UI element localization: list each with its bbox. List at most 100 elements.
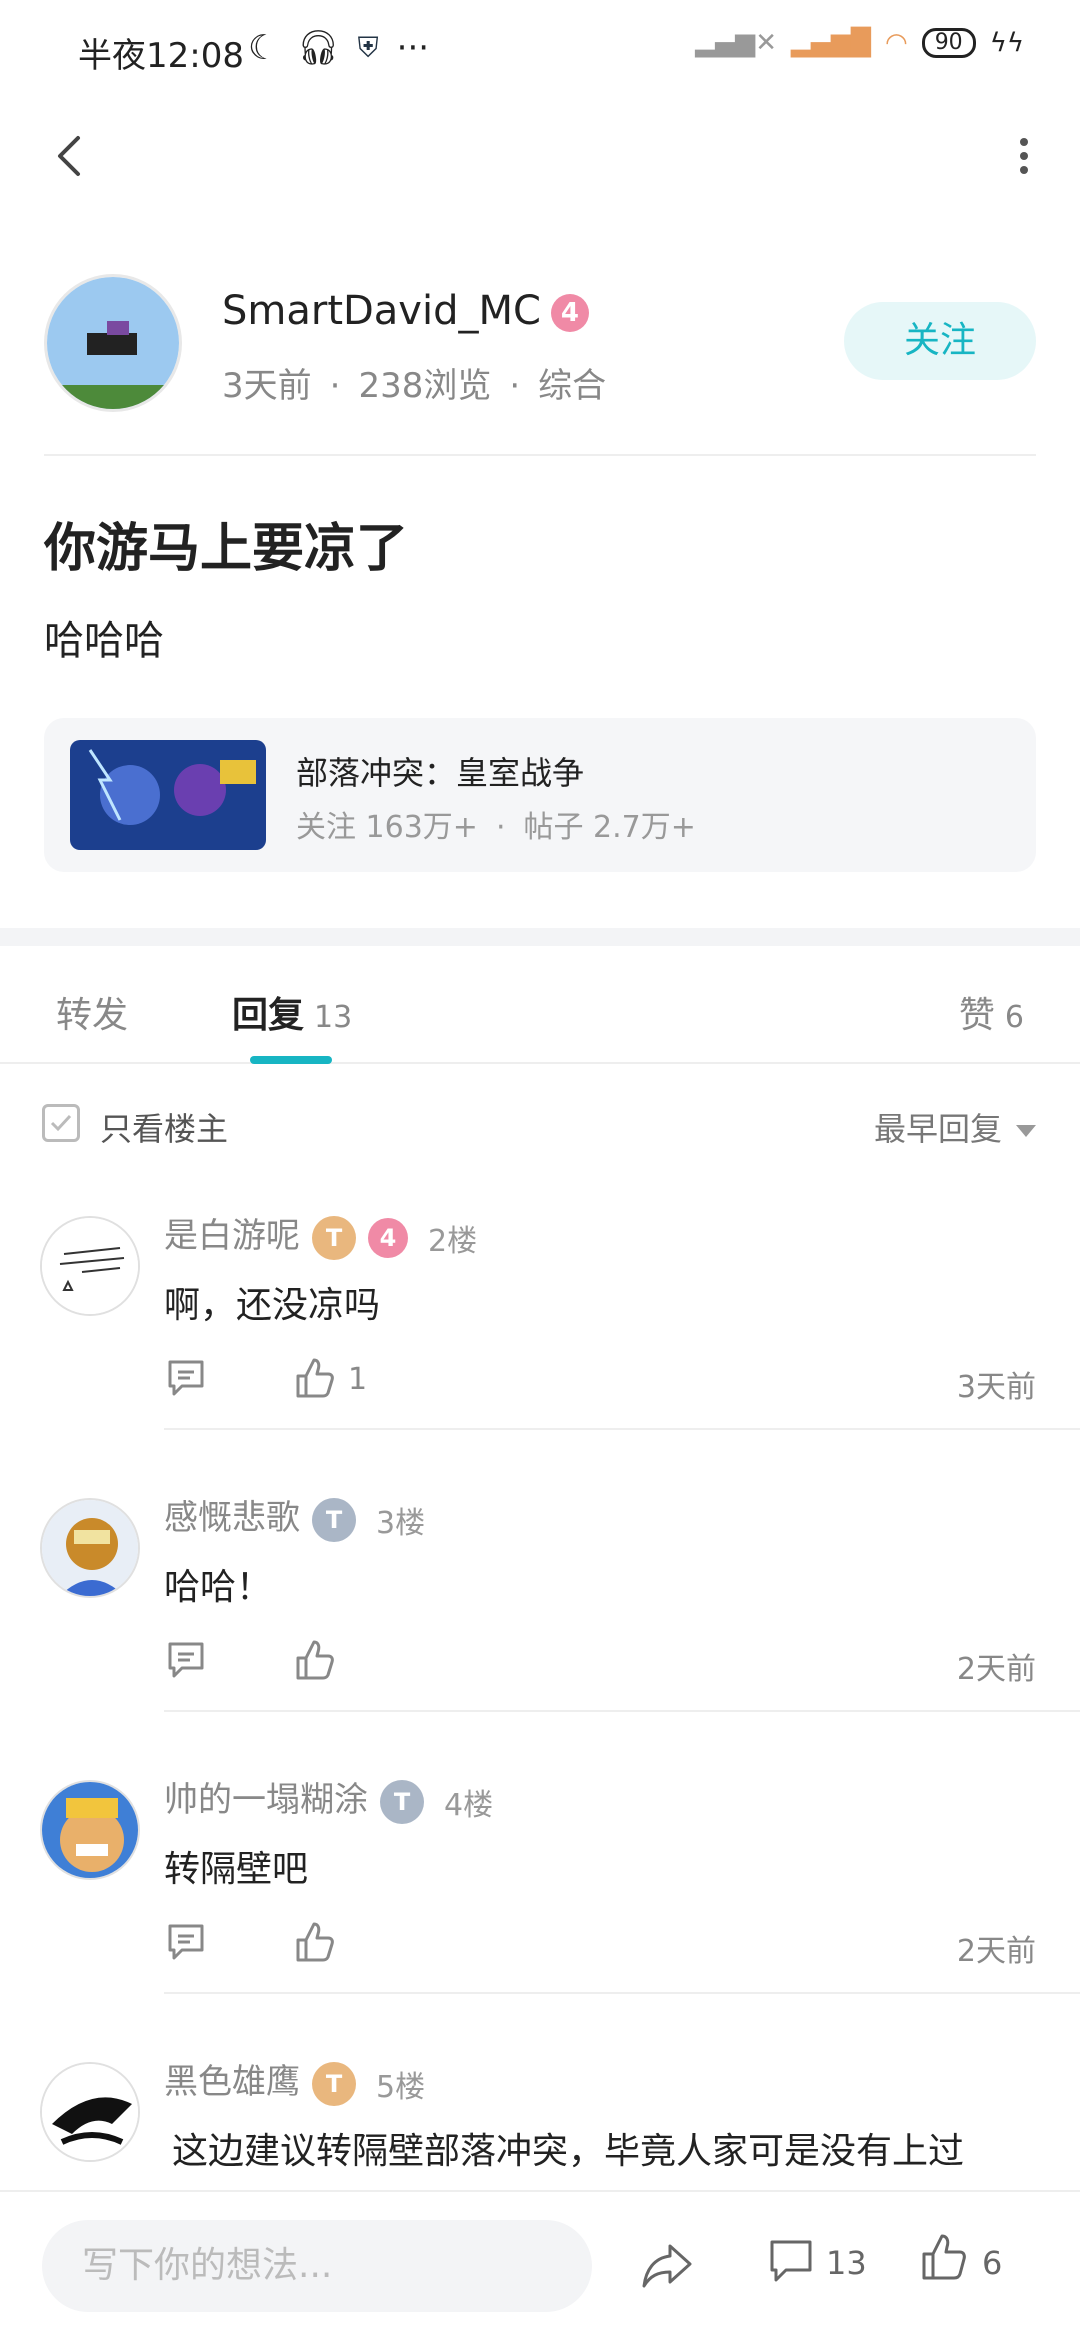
like-count: 1 (348, 1362, 368, 1397)
title-badge: T (380, 1779, 424, 1824)
author-meta: 3天前 · 238浏览 · 综合 (222, 366, 607, 406)
thumbs-up-icon[interactable] (292, 1638, 336, 1682)
tab-like-label: 赞 (958, 995, 995, 1036)
level-badge: 4 (368, 1217, 408, 1258)
author-name-text: SmartDavid_MC (222, 288, 541, 334)
tab-reply[interactable]: 回复 13 (232, 986, 352, 1038)
author-section: SmartDavid_MC 4 3天前 · 238浏览 · 综合 关注 (0, 270, 1080, 420)
forum-name: 部落冲突：皇室战争 (296, 754, 585, 792)
view-count: 238浏览 (358, 366, 492, 406)
comment-input[interactable]: 写下你的想法... (42, 2220, 592, 2312)
charging-icon: ϟϟ (989, 28, 1024, 58)
forum-meta: 关注 163万+ · 帖子 2.7万+ (296, 810, 696, 845)
comment-text: 啊，还没凉吗 (164, 1285, 381, 1326)
level-badge: 4 (550, 294, 589, 332)
status-icons-right: ▂▄▆✕ ▂▄▆█ ◠ 90 ϟϟ (695, 28, 1024, 58)
signal-off-icon: ▂▄▆✕ (695, 28, 778, 58)
reply-icon[interactable] (164, 1638, 208, 1682)
headphones-icon: 🎧︎ (296, 28, 340, 68)
like-count: 6 (982, 2244, 1003, 2282)
forum-posts: 帖子 2.7万+ (523, 810, 696, 845)
forum-card[interactable]: 部落冲突：皇室战争 关注 163万+ · 帖子 2.7万+ (44, 718, 1036, 872)
sort-dropdown[interactable]: 最早回复 (874, 1104, 1036, 1150)
comment-actions: 2天前 (164, 1638, 1036, 1688)
moon-icon: ☾ (248, 28, 279, 68)
more-notifications-icon: ··· (396, 28, 430, 68)
divider (44, 454, 1036, 456)
tab-bar: 转发 回复 13 赞6 (0, 946, 1080, 1064)
title-badge: T (312, 1497, 356, 1542)
tab-forward[interactable]: 转发 (56, 986, 128, 1038)
comment-avatar[interactable] (40, 2062, 140, 2162)
share-icon[interactable] (640, 2236, 696, 2292)
post-title: 你游马上要凉了 (44, 519, 409, 579)
status-time: 半夜12:08 (78, 36, 244, 76)
more-options-icon[interactable] (980, 126, 1040, 186)
comment-time: 3天前 (956, 1370, 1036, 1405)
comment-user[interactable]: 黑色雄鹰 T 5楼 (164, 2054, 425, 2106)
comment-text: 转隔壁吧 (164, 1849, 309, 1890)
comment-username: 是白游呢 (164, 1216, 300, 1256)
divider (164, 1710, 1080, 1712)
comment-username: 感慨悲歌 (164, 1498, 300, 1538)
tab-like[interactable]: 赞6 (959, 986, 1024, 1038)
comment-time: 2天前 (956, 1934, 1036, 1969)
divider (164, 1428, 1080, 1430)
top-nav (0, 110, 1080, 200)
comment-text: 哈哈！ (164, 1567, 273, 1608)
thumbs-up-icon[interactable] (918, 2232, 970, 2284)
section-divider (0, 928, 1080, 946)
comment-user[interactable]: 感慨悲歌 T 3楼 (164, 1490, 425, 1542)
reply-icon[interactable] (164, 1356, 208, 1400)
thumbs-up-icon[interactable] (292, 1356, 336, 1400)
floor-number: 5楼 (376, 2069, 426, 2105)
tab-reply-count: 13 (314, 1000, 353, 1035)
title-badge: T (312, 1215, 356, 1260)
floor-number: 2楼 (428, 1223, 478, 1259)
comment-icon[interactable] (766, 2236, 816, 2286)
comment-text: 这边建议转隔壁部落冲突，毕竟人家可是没有上过 (172, 2131, 965, 2172)
follow-button[interactable]: 关注 (844, 302, 1036, 380)
battery-icon: 90 (921, 28, 976, 58)
author-avatar[interactable] (44, 274, 182, 412)
forum-followers: 关注 163万+ (296, 810, 478, 845)
sort-label: 最早回复 (873, 1110, 1002, 1148)
tab-indicator (250, 1056, 332, 1064)
forum-thumbnail (70, 740, 266, 850)
floor-number: 3楼 (376, 1505, 426, 1541)
signal-icon: ▂▄▆█ (791, 28, 871, 58)
tab-like-count: 6 (1004, 1000, 1024, 1035)
avatar-image (47, 277, 179, 409)
comment-avatar[interactable] (40, 1498, 140, 1598)
bottom-bar: 写下你的想法... 13 6 (0, 2190, 1080, 2340)
comment-avatar[interactable] (40, 1780, 140, 1880)
status-bar: 半夜12:08 ☾ 🎧︎ ⛨ ··· ▂▄▆✕ ▂▄▆█ ◠ 90 ϟϟ (0, 0, 1080, 96)
author-name[interactable]: SmartDavid_MC 4 (222, 288, 589, 334)
comment-username: 帅的一塌糊涂 (164, 1780, 368, 1820)
comment-user[interactable]: 是白游呢 T 4 2楼 (164, 1208, 477, 1260)
chevron-down-icon (1016, 1125, 1036, 1137)
only-op-checkbox[interactable] (42, 1104, 80, 1142)
comment-avatar[interactable] (40, 1216, 140, 1316)
title-badge: T (312, 2061, 356, 2106)
wifi-icon: ◠ (885, 28, 908, 58)
reply-filter: 只看楼主 最早回复 (0, 1096, 1080, 1156)
back-arrow-icon[interactable] (40, 126, 100, 186)
floor-number: 4楼 (444, 1787, 494, 1823)
thumbs-up-icon[interactable] (292, 1920, 336, 1964)
shield-app-icon: ⛨ (357, 31, 379, 64)
comment-actions: 2天前 (164, 1920, 1036, 1970)
only-op-label[interactable]: 只看楼主 (100, 1104, 228, 1150)
post-time: 3天前 (222, 366, 312, 406)
comment-username: 黑色雄鹰 (164, 2062, 300, 2102)
comment-actions: 1 3天前 (164, 1356, 1036, 1406)
tab-reply-label: 回复 (232, 995, 305, 1036)
status-icons-left: ☾ 🎧︎ ⛨ ··· (248, 28, 429, 68)
comment-time: 2天前 (956, 1652, 1036, 1687)
comment-user[interactable]: 帅的一塌糊涂 T 4楼 (164, 1772, 493, 1824)
comment-count: 13 (826, 2244, 867, 2282)
post-body: 哈哈哈 (44, 618, 164, 664)
reply-icon[interactable] (164, 1920, 208, 1964)
post-category: 综合 (538, 366, 607, 406)
divider (164, 1992, 1080, 1994)
